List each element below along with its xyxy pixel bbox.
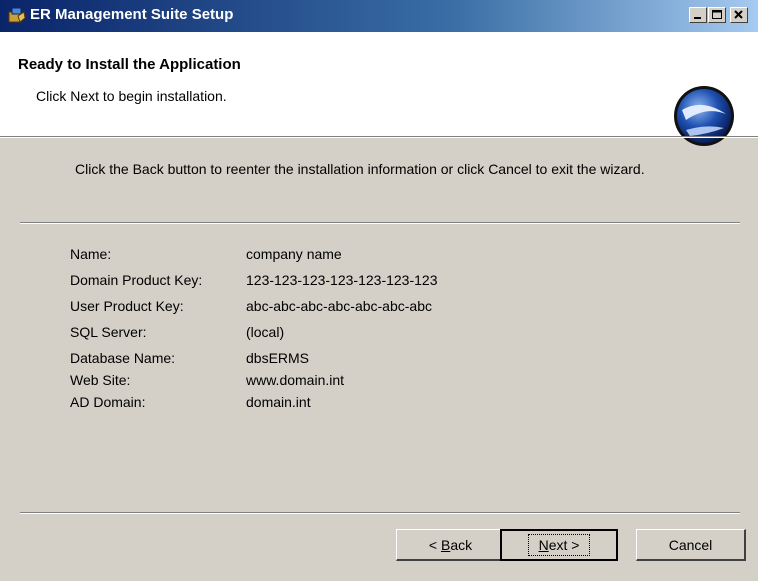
page-title: Ready to Install the Application: [18, 56, 241, 73]
summary-value: domain.int: [246, 394, 311, 410]
close-button[interactable]: [730, 7, 748, 23]
maximize-button[interactable]: [708, 7, 726, 23]
summary-value: company name: [246, 246, 342, 262]
content-divider: [20, 222, 740, 224]
summary-label: User Product Key:: [70, 298, 184, 314]
header-divider: [0, 136, 758, 138]
header-banner: Ready to Install the Application Click N…: [0, 32, 758, 146]
summary-label: Web Site:: [70, 372, 131, 388]
setup-box-icon: [8, 7, 26, 23]
minimize-button[interactable]: [689, 7, 707, 23]
summary-label: AD Domain:: [70, 394, 146, 410]
summary-label: SQL Server:: [70, 324, 147, 340]
page-subtitle: Click Next to begin installation.: [36, 88, 227, 104]
summary-value: (local): [246, 324, 285, 340]
next-button[interactable]: Next >: [500, 529, 618, 561]
maximize-icon: [712, 10, 722, 19]
summary-label: Domain Product Key:: [70, 272, 203, 288]
summary-value: 123-123-123-123-123-123-123: [246, 272, 438, 288]
back-button-label: < Back: [428, 536, 473, 553]
summary-value: abc-abc-abc-abc-abc-abc-abc: [246, 298, 432, 314]
summary-label: Database Name:: [70, 350, 176, 366]
back-button[interactable]: < Back: [396, 529, 506, 561]
summary-label: Name:: [70, 246, 112, 262]
summary-value: dbsERMS: [246, 350, 310, 366]
summary-value: www.domain.int: [246, 372, 345, 388]
setup-window: ER Management Suite Setup Ready to Insta…: [0, 0, 758, 581]
minimize-icon: [694, 17, 701, 19]
cancel-button[interactable]: Cancel: [636, 529, 746, 561]
blue-orb-logo: [674, 86, 734, 146]
cancel-button-label: Cancel: [668, 536, 713, 553]
instruction-text: Click the Back button to reenter the ins…: [75, 161, 645, 177]
footer-divider: [20, 512, 740, 514]
window-title: ER Management Suite Setup: [30, 6, 234, 23]
title-bar[interactable]: ER Management Suite Setup: [0, 0, 758, 32]
next-button-label: Next >: [527, 534, 591, 556]
close-icon: [734, 10, 743, 19]
